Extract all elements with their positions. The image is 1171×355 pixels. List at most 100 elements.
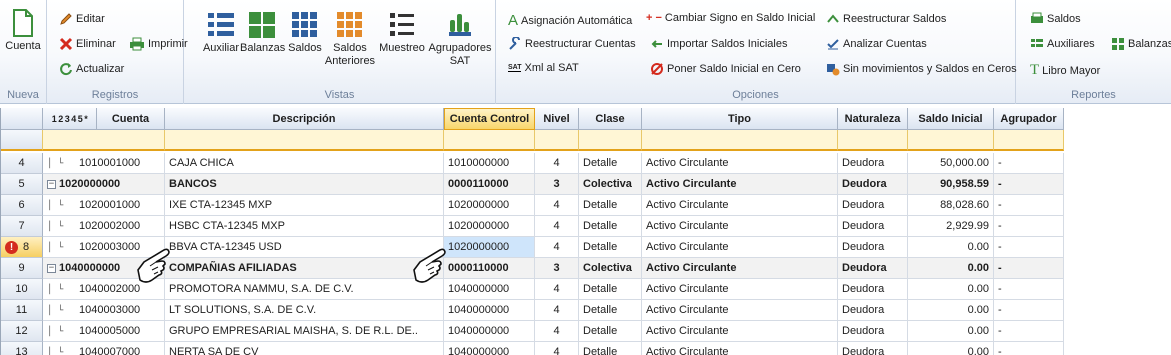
cell-cuenta-control[interactable]: 0000110000	[444, 258, 535, 279]
tree-connector[interactable]: −	[47, 175, 59, 194]
filter-cuenta-control[interactable]	[444, 130, 535, 151]
cell-cuenta-control[interactable]: 1020000000	[444, 237, 535, 258]
col-header-clase[interactable]: Clase	[579, 108, 642, 130]
cell-cuenta[interactable]: │ └ 1040007000	[43, 342, 165, 355]
cell-agrupador[interactable]: -	[994, 195, 1064, 216]
row-number[interactable]: 7	[1, 216, 43, 237]
cell-naturaleza[interactable]: Deudora	[838, 153, 908, 174]
cell-clase[interactable]: Detalle	[579, 300, 642, 321]
nueva-cuenta-button[interactable]: Cuenta	[4, 8, 42, 53]
vista-saldos-anteriores-button[interactable]: Saldos Anteriores	[324, 10, 376, 68]
imprimir-button[interactable]: Imprimir	[129, 37, 188, 51]
cell-agrupador[interactable]: -	[994, 300, 1064, 321]
cell-descripcion[interactable]: LT SOLUTIONS, S.A. DE C.V.	[165, 300, 444, 321]
cell-tipo[interactable]: Activo Circulante	[642, 321, 838, 342]
cell-saldo-inicial[interactable]: 50,000.00	[908, 153, 994, 174]
cell-naturaleza[interactable]: Deudora	[838, 279, 908, 300]
cell-clase[interactable]: Detalle	[579, 279, 642, 300]
cell-agrupador[interactable]: -	[994, 342, 1064, 355]
cambiar-signo-button[interactable]: + − Cambiar Signo en Saldo Inicial	[646, 12, 815, 24]
cell-cuenta[interactable]: −1020000000	[43, 174, 165, 195]
row-number[interactable]: 6	[1, 195, 43, 216]
poner-saldo-cero-button[interactable]: Poner Saldo Inicial en Cero	[650, 62, 801, 76]
cell-nivel[interactable]: 4	[535, 300, 579, 321]
editar-button[interactable]: Editar	[59, 12, 105, 26]
sin-movimientos-button[interactable]: Sin movimientos y Saldos en Ceros	[826, 62, 1017, 76]
row-number[interactable]: 10	[1, 279, 43, 300]
cell-tipo[interactable]: Activo Circulante	[642, 237, 838, 258]
cell-descripcion[interactable]: COMPAÑIAS AFILIADAS	[165, 258, 444, 279]
row-number[interactable]: 12	[1, 321, 43, 342]
vista-agrupadores-sat-button[interactable]: Agrupadores SAT	[428, 10, 492, 68]
row-number[interactable]: ! 8	[1, 237, 43, 258]
xml-sat-button[interactable]: SAT Xml al SAT	[508, 62, 579, 74]
cell-cuenta[interactable]: │ └ 1020002000	[43, 216, 165, 237]
filter-clase[interactable]	[579, 130, 642, 151]
cell-agrupador[interactable]: -	[994, 321, 1064, 342]
collapse-icon[interactable]: −	[47, 264, 56, 273]
col-header-nivel[interactable]: Nivel	[535, 108, 579, 130]
filter-tipo[interactable]	[642, 130, 838, 151]
cell-saldo-inicial[interactable]: 0.00	[908, 258, 994, 279]
filter-descripcion[interactable]	[165, 130, 444, 151]
reporte-auxiliares-button[interactable]: Auxiliares	[1030, 37, 1095, 51]
importar-saldos-button[interactable]: Importar Saldos Iniciales	[650, 37, 787, 51]
cell-saldo-inicial[interactable]: 90,958.59	[908, 174, 994, 195]
cell-cuenta-control[interactable]: 1040000000	[444, 300, 535, 321]
cell-tipo[interactable]: Activo Circulante	[642, 174, 838, 195]
cell-clase[interactable]: Colectiva	[579, 258, 642, 279]
cell-nivel[interactable]: 3	[535, 174, 579, 195]
cell-saldo-inicial[interactable]: 0.00	[908, 342, 994, 355]
col-header-naturaleza[interactable]: Naturaleza	[838, 108, 908, 130]
eliminar-button[interactable]: Eliminar	[59, 37, 116, 51]
cell-clase[interactable]: Colectiva	[579, 174, 642, 195]
cell-nivel[interactable]: 4	[535, 153, 579, 174]
cell-cuenta-control[interactable]: 0000110000	[444, 174, 535, 195]
cell-tipo[interactable]: Activo Circulante	[642, 216, 838, 237]
table-row[interactable]: 11 │ └ 1040003000 LT SOLUTIONS, S.A. DE C.V…	[1, 300, 1064, 321]
cell-tipo[interactable]: Activo Circulante	[642, 300, 838, 321]
asignacion-automatica-button[interactable]: A Asignación Automática	[508, 12, 632, 29]
cell-tipo[interactable]: Activo Circulante	[642, 279, 838, 300]
vista-auxiliar-button[interactable]: Auxiliar	[198, 10, 244, 55]
cell-descripcion[interactable]: BANCOS	[165, 174, 444, 195]
table-row[interactable]: 7 │ └ 1020002000 HSBC CTA-12345 MXP 10200000…	[1, 216, 1064, 237]
filter-cuenta[interactable]	[43, 130, 165, 151]
level-filter-header[interactable]: 1 2 3 4 5 *	[43, 108, 97, 130]
cell-naturaleza[interactable]: Deudora	[838, 216, 908, 237]
cell-clase[interactable]: Detalle	[579, 216, 642, 237]
col-header-cuenta-control[interactable]: Cuenta Control	[444, 108, 535, 130]
cell-saldo-inicial[interactable]: 0.00	[908, 237, 994, 258]
reestructurar-cuentas-button[interactable]: Reestructurar Cuentas	[508, 37, 636, 51]
cell-nivel[interactable]: 3	[535, 258, 579, 279]
filter-agrupador[interactable]	[994, 130, 1064, 151]
cell-descripcion[interactable]: IXE CTA-12345 MXP	[165, 195, 444, 216]
cell-agrupador[interactable]: -	[994, 174, 1064, 195]
cell-naturaleza[interactable]: Deudora	[838, 300, 908, 321]
cell-cuenta[interactable]: │ └ 1020001000	[43, 195, 165, 216]
table-row[interactable]: 6 │ └ 1020001000 IXE CTA-12345 MXP 102000000…	[1, 195, 1064, 216]
cell-tipo[interactable]: Activo Circulante	[642, 342, 838, 355]
cell-cuenta-control[interactable]: 1020000000	[444, 195, 535, 216]
cell-clase[interactable]: Detalle	[579, 195, 642, 216]
cell-saldo-inicial[interactable]: 0.00	[908, 279, 994, 300]
cell-nivel[interactable]: 4	[535, 216, 579, 237]
vista-saldos-button[interactable]: Saldos	[286, 10, 324, 55]
row-number[interactable]: 5	[1, 174, 43, 195]
filter-saldo-inicial[interactable]	[908, 130, 994, 151]
cell-cuenta-control[interactable]: 1020000000	[444, 216, 535, 237]
cell-tipo[interactable]: Activo Circulante	[642, 258, 838, 279]
cell-cuenta[interactable]: │ └ 1010001000	[43, 153, 165, 174]
cell-cuenta-control[interactable]: 1040000000	[444, 342, 535, 355]
vista-muestreo-button[interactable]: Muestreo	[378, 10, 426, 55]
cell-nivel[interactable]: 4	[535, 279, 579, 300]
table-row[interactable]: 13 │ └ 1040007000 NERTA SA DE CV 1040000000 4…	[1, 342, 1064, 355]
col-header-cuenta[interactable]: Cuenta	[97, 108, 165, 130]
cell-cuenta[interactable]: │ └ 1040003000	[43, 300, 165, 321]
reporte-libro-mayor-button[interactable]: T Libro Mayor	[1030, 62, 1100, 79]
cell-clase[interactable]: Detalle	[579, 321, 642, 342]
cell-descripcion[interactable]: HSBC CTA-12345 MXP	[165, 216, 444, 237]
cell-clase[interactable]: Detalle	[579, 153, 642, 174]
table-row[interactable]: 5−1020000000 BANCOS 0000110000 3 Colectiva Ac…	[1, 174, 1064, 195]
reporte-balanzas-button[interactable]: Balanzas	[1111, 37, 1171, 51]
